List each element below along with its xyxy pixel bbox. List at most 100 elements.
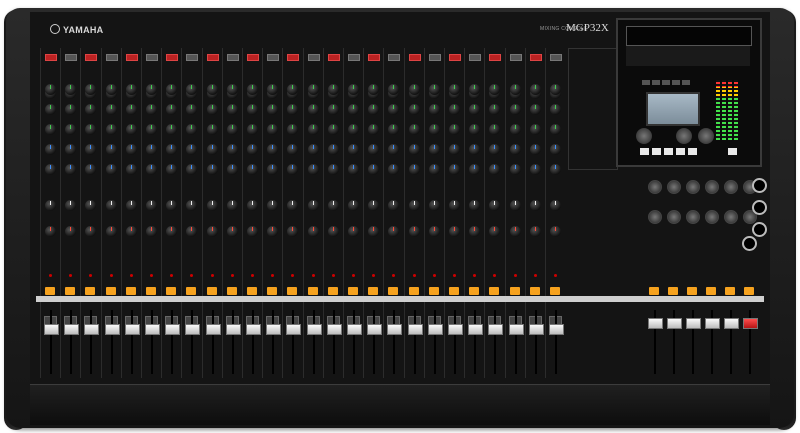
channel-fader[interactable] bbox=[549, 324, 564, 335]
blue-aux-knob[interactable] bbox=[388, 144, 400, 155]
green-eq-knob[interactable] bbox=[529, 84, 541, 95]
phantom-power-switch[interactable] bbox=[186, 54, 199, 61]
red-level-knob[interactable] bbox=[529, 226, 541, 237]
channel-on-button[interactable] bbox=[186, 287, 197, 295]
blue-aux-knob[interactable] bbox=[529, 164, 541, 175]
blue-aux-knob[interactable] bbox=[348, 144, 359, 155]
phantom-power-switch[interactable] bbox=[105, 54, 118, 61]
blue-aux-knob[interactable] bbox=[65, 144, 77, 155]
red-level-knob[interactable] bbox=[45, 226, 56, 237]
blue-aux-knob[interactable] bbox=[368, 144, 380, 155]
blue-aux-knob[interactable] bbox=[146, 164, 157, 175]
channel-fader[interactable] bbox=[44, 324, 59, 335]
white-pan-knob[interactable] bbox=[348, 200, 359, 211]
green-eq-knob[interactable] bbox=[529, 124, 541, 135]
blue-aux-knob[interactable] bbox=[226, 144, 238, 155]
green-eq-knob[interactable] bbox=[307, 104, 319, 115]
blue-aux-knob[interactable] bbox=[408, 164, 420, 175]
channel-on-button[interactable] bbox=[307, 287, 318, 295]
channel-on-button[interactable] bbox=[125, 287, 136, 295]
group-return-knob[interactable] bbox=[686, 210, 700, 224]
phantom-power-switch[interactable] bbox=[509, 54, 522, 61]
channel-fader[interactable] bbox=[508, 324, 524, 335]
channel-on-button[interactable] bbox=[45, 287, 55, 295]
phantom-power-switch[interactable] bbox=[469, 54, 482, 61]
green-eq-knob[interactable] bbox=[105, 84, 117, 95]
phones-jack-icon[interactable] bbox=[752, 178, 767, 193]
white-pan-knob[interactable] bbox=[85, 200, 97, 211]
blue-aux-knob[interactable] bbox=[449, 144, 460, 155]
green-eq-knob[interactable] bbox=[226, 84, 238, 95]
green-eq-knob[interactable] bbox=[247, 84, 258, 95]
green-eq-knob[interactable] bbox=[146, 104, 157, 115]
white-pan-knob[interactable] bbox=[287, 200, 299, 211]
green-eq-knob[interactable] bbox=[186, 124, 198, 135]
green-eq-knob[interactable] bbox=[85, 104, 97, 115]
blue-aux-knob[interactable] bbox=[226, 164, 238, 175]
fx-button-5[interactable] bbox=[688, 148, 697, 155]
white-pan-knob[interactable] bbox=[247, 200, 258, 211]
blue-aux-knob[interactable] bbox=[469, 144, 481, 155]
channel-on-button[interactable] bbox=[489, 287, 500, 295]
effect-param-knob-1[interactable] bbox=[636, 128, 652, 144]
phantom-power-switch[interactable] bbox=[449, 54, 461, 61]
phantom-power-switch[interactable] bbox=[247, 54, 259, 61]
blue-aux-knob[interactable] bbox=[550, 144, 561, 155]
green-eq-knob[interactable] bbox=[267, 104, 279, 115]
group-send-knob[interactable] bbox=[667, 180, 681, 194]
green-eq-knob[interactable] bbox=[85, 124, 97, 135]
blue-aux-knob[interactable] bbox=[489, 144, 501, 155]
white-pan-knob[interactable] bbox=[166, 200, 178, 211]
green-eq-knob[interactable] bbox=[105, 104, 117, 115]
green-eq-knob[interactable] bbox=[146, 84, 157, 95]
blue-aux-knob[interactable] bbox=[287, 144, 299, 155]
channel-fader[interactable] bbox=[367, 324, 383, 335]
group-return-knob[interactable] bbox=[705, 210, 719, 224]
red-level-knob[interactable] bbox=[166, 226, 178, 237]
green-eq-knob[interactable] bbox=[307, 84, 319, 95]
channel-on-button[interactable] bbox=[449, 287, 459, 295]
phantom-power-switch[interactable] bbox=[408, 54, 421, 61]
group-fader[interactable] bbox=[648, 318, 663, 329]
white-pan-knob[interactable] bbox=[105, 200, 117, 211]
green-eq-knob[interactable] bbox=[247, 124, 258, 135]
white-pan-knob[interactable] bbox=[186, 200, 198, 211]
channel-on-button[interactable] bbox=[146, 287, 156, 295]
channel-fader[interactable] bbox=[165, 324, 181, 335]
white-pan-knob[interactable] bbox=[408, 200, 420, 211]
green-eq-knob[interactable] bbox=[166, 104, 178, 115]
effect-param-knob-2[interactable] bbox=[676, 128, 692, 144]
phantom-power-switch[interactable] bbox=[529, 54, 542, 61]
white-pan-knob[interactable] bbox=[449, 200, 460, 211]
blue-aux-knob[interactable] bbox=[105, 164, 117, 175]
phantom-power-switch[interactable] bbox=[489, 54, 502, 61]
channel-fader[interactable] bbox=[306, 324, 322, 335]
channel-on-button[interactable] bbox=[247, 287, 257, 295]
channel-on-button[interactable] bbox=[287, 287, 298, 295]
blue-aux-knob[interactable] bbox=[206, 144, 218, 155]
green-eq-knob[interactable] bbox=[509, 124, 521, 135]
green-eq-knob[interactable] bbox=[388, 104, 400, 115]
white-pan-knob[interactable] bbox=[206, 200, 218, 211]
blue-aux-knob[interactable] bbox=[428, 164, 440, 175]
channel-on-button[interactable] bbox=[327, 287, 338, 295]
red-level-knob[interactable] bbox=[247, 226, 258, 237]
red-level-knob[interactable] bbox=[469, 226, 481, 237]
channel-on-button[interactable] bbox=[166, 287, 177, 295]
green-eq-knob[interactable] bbox=[166, 124, 178, 135]
blue-aux-knob[interactable] bbox=[166, 164, 178, 175]
channel-fader[interactable] bbox=[266, 324, 282, 335]
green-eq-knob[interactable] bbox=[65, 124, 77, 135]
phantom-power-switch[interactable] bbox=[348, 54, 360, 61]
channel-on-button[interactable] bbox=[105, 287, 116, 295]
blue-aux-knob[interactable] bbox=[408, 144, 420, 155]
red-level-knob[interactable] bbox=[65, 226, 77, 237]
green-eq-knob[interactable] bbox=[45, 84, 56, 95]
blue-aux-knob[interactable] bbox=[469, 164, 481, 175]
white-pan-knob[interactable] bbox=[509, 200, 521, 211]
green-eq-knob[interactable] bbox=[449, 104, 460, 115]
red-level-knob[interactable] bbox=[428, 226, 440, 237]
phantom-power-switch[interactable] bbox=[85, 54, 98, 61]
phantom-power-switch[interactable] bbox=[388, 54, 401, 61]
red-level-knob[interactable] bbox=[348, 226, 359, 237]
